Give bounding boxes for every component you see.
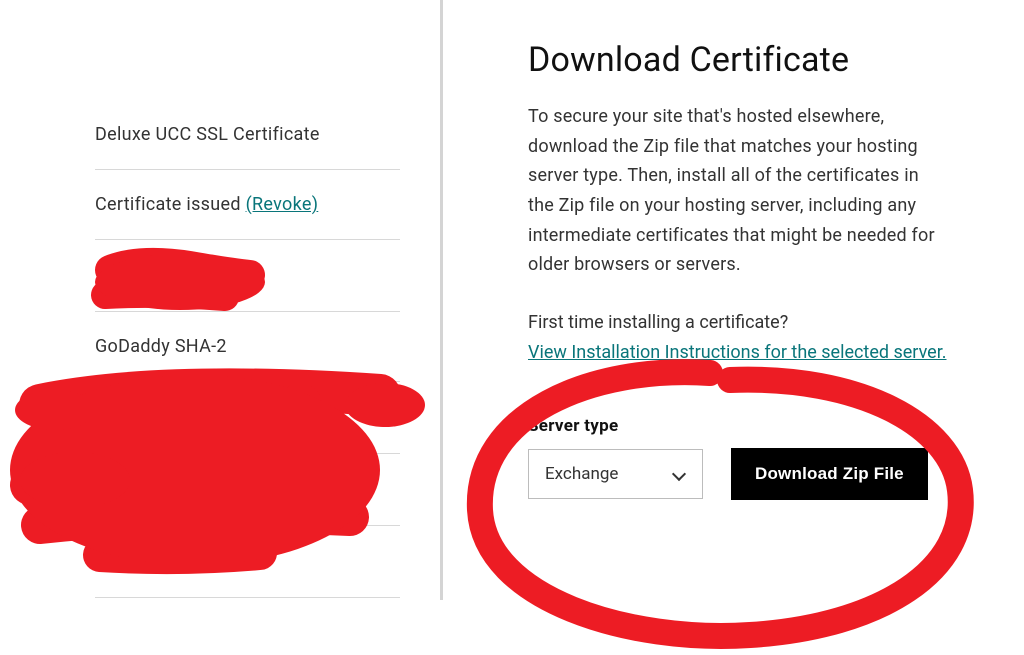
list-item: GoDaddy SHA-2 bbox=[95, 312, 400, 382]
list-item bbox=[95, 526, 400, 598]
download-description: To secure your site that's hosted elsewh… bbox=[528, 102, 948, 280]
cert-type-label: Deluxe UCC SSL Certificate bbox=[95, 124, 320, 145]
list-item: Certificate issued (Revoke) bbox=[95, 170, 400, 240]
certificate-details-panel: Deluxe UCC SSL Certificate Certificate i… bbox=[0, 0, 440, 653]
server-type-value: Exchange bbox=[545, 464, 672, 484]
server-type-select[interactable]: Exchange bbox=[528, 449, 703, 499]
chevron-down-icon bbox=[672, 467, 686, 481]
signature-alg-label: GoDaddy SHA-2 bbox=[95, 336, 227, 357]
download-panel: Download Certificate To secure your site… bbox=[443, 0, 1024, 653]
list-item bbox=[95, 240, 400, 312]
list-item bbox=[95, 454, 400, 526]
page-title: Download Certificate bbox=[528, 40, 984, 80]
install-instructions-link[interactable]: View Installation Instructions for the s… bbox=[528, 342, 946, 363]
list-item bbox=[95, 382, 400, 454]
cert-status-label: Certificate issued bbox=[95, 194, 246, 215]
first-time-label: First time installing a certificate? bbox=[528, 308, 948, 338]
server-type-section: Server type Exchange Download Zip File bbox=[528, 416, 984, 500]
server-type-label: Server type bbox=[528, 416, 984, 436]
download-zip-button[interactable]: Download Zip File bbox=[731, 448, 928, 500]
list-item: Deluxe UCC SSL Certificate bbox=[95, 100, 400, 170]
revoke-link[interactable]: (Revoke) bbox=[246, 194, 319, 215]
